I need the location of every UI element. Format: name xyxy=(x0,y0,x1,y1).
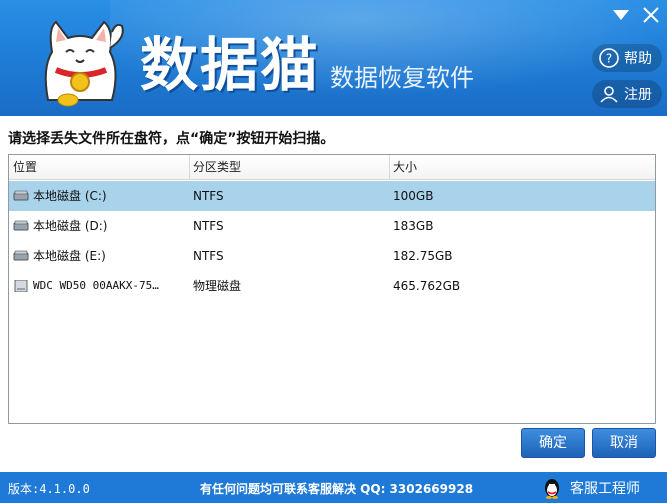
app-subtitle: 数据恢复软件 xyxy=(330,64,474,92)
register-button[interactable]: 注册 xyxy=(592,80,662,108)
qq-penguin-icon xyxy=(545,478,559,499)
row-location: 本地磁盘 (D:) xyxy=(33,219,108,233)
column-header-type[interactable]: 分区类型 xyxy=(193,155,241,179)
help-label: 帮助 xyxy=(624,51,652,67)
table-row[interactable]: WDC WD50 00AAKX-75… 物理磁盘 465.762GB xyxy=(9,271,655,301)
partition-list[interactable]: 位置 分区类型 大小 本地磁盘 (C:) NTFS 100GB 本地磁盘 (D:… xyxy=(8,154,656,424)
column-header-location[interactable]: 位置 xyxy=(13,155,37,179)
row-location: WDC WD50 00AAKX-75… xyxy=(33,279,159,292)
close-icon[interactable] xyxy=(640,6,662,28)
hard-drive-icon xyxy=(13,250,29,261)
row-location: 本地磁盘 (E:) xyxy=(33,249,106,263)
help-button[interactable]: ? 帮助 xyxy=(592,44,662,72)
row-type: 物理磁盘 xyxy=(193,279,242,293)
help-icon: ? xyxy=(599,48,619,68)
register-label: 注册 xyxy=(624,87,652,103)
cancel-button[interactable]: 取消 xyxy=(592,428,656,458)
row-type: NTFS xyxy=(193,249,224,263)
row-type: NTFS xyxy=(193,219,224,233)
row-size: 465.762GB xyxy=(393,279,461,293)
hard-drive-icon xyxy=(13,220,29,231)
row-type: NTFS xyxy=(193,189,224,203)
list-header: 位置 分区类型 大小 xyxy=(9,155,655,180)
user-icon xyxy=(600,86,618,103)
column-divider[interactable] xyxy=(389,155,390,179)
physical-disk-icon xyxy=(14,280,28,292)
version-text: 版本:4.1.0.0 xyxy=(8,482,90,496)
contact-text: 有任何问题均可联系客服解决 QQ: 3302669928 xyxy=(200,482,474,496)
table-row[interactable]: 本地磁盘 (D:) NTFS 183GB xyxy=(9,211,655,241)
table-row[interactable]: 本地磁盘 (C:) NTFS 100GB xyxy=(9,181,655,211)
app-header: 数据猫 数据恢复软件 ? 帮助 注册 xyxy=(0,0,667,116)
status-bar: 版本:4.1.0.0 有任何问题均可联系客服解决 QQ: 3302669928 … xyxy=(0,472,667,503)
column-header-size[interactable]: 大小 xyxy=(393,155,417,179)
customer-service-label: 客服工程师 xyxy=(570,480,640,497)
table-row[interactable]: 本地磁盘 (E:) NTFS 182.75GB xyxy=(9,241,655,271)
menu-dropdown-icon[interactable] xyxy=(610,6,632,28)
hard-drive-icon xyxy=(13,190,29,201)
row-size: 183GB xyxy=(393,219,434,233)
row-size: 100GB xyxy=(393,189,434,203)
customer-service-button[interactable]: 客服工程师 xyxy=(540,475,640,500)
svg-text:?: ? xyxy=(606,52,612,66)
cat-mascot-icon xyxy=(44,20,124,107)
column-divider[interactable] xyxy=(189,155,190,179)
instruction-text: 请选择丢失文件所在盘符，点“确定”按钮开始扫描。 xyxy=(8,131,335,147)
row-location: 本地磁盘 (C:) xyxy=(33,189,107,203)
row-size: 182.75GB xyxy=(393,249,453,263)
app-logo-text: 数据猫 xyxy=(140,31,321,99)
ok-button[interactable]: 确定 xyxy=(521,428,585,458)
